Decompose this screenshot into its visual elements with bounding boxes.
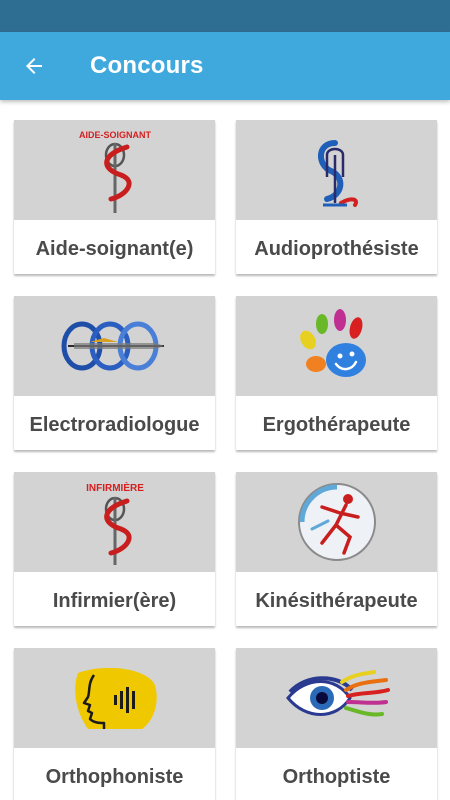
caduceus-aide-soignant-icon: AIDE-SOIGNANT [79,130,152,213]
card-thumbnail [236,648,437,748]
colorful-eye-icon [285,670,390,717]
card-label: Infirmier(ère) [52,590,177,612]
card-thumbnail [14,648,215,748]
logo-text: INFIRMIÈRE [86,481,144,494]
card-ergotherapeute[interactable]: Ergothérapeute [236,296,437,450]
card-label: Aide-soignant(e) [35,238,194,260]
card-label: Ergothérapeute [262,414,411,436]
concours-grid: AIDE-SOIGNANT Aide-soignant(e) Audioprot… [0,100,450,800]
physio-figure-icon [297,483,376,561]
status-bar [0,0,450,32]
caduceus-nurse-icon: INFIRMIÈRE [86,481,144,565]
speaking-face-icon [74,667,157,729]
card-audioprothesiste[interactable]: Audioprothésiste [236,120,437,274]
card-thumbnail [236,120,437,220]
card-infirmier[interactable]: INFIRMIÈRE Infirmier(ère) [14,472,215,626]
electroradiology-rings-icon [61,321,164,371]
logo-text: AIDE-SOIGNANT [79,130,152,140]
back-button[interactable] [14,48,54,84]
card-label: Orthoptiste [282,766,391,788]
card-aide-soignant[interactable]: AIDE-SOIGNANT Aide-soignant(e) [14,120,215,274]
card-kinesitherapeute[interactable]: Kinésithérapeute [236,472,437,626]
card-label: Orthophoniste [45,766,184,788]
arrow-back-icon [26,58,42,74]
audio-caduceus-icon [317,140,358,207]
card-label: Kinésithérapeute [255,590,418,612]
card-thumbnail: AIDE-SOIGNANT [14,120,215,220]
card-electroradiologue[interactable]: Electroradiologue [14,296,215,450]
app-bar: Concours [0,32,450,100]
card-orthoptiste[interactable]: Orthoptiste [236,648,437,800]
card-thumbnail [14,296,215,396]
card-label: Electroradiologue [29,414,200,436]
page-title: Concours [90,52,204,79]
card-thumbnail [236,472,437,572]
card-label: Audioprothésiste [254,238,419,260]
hand-paint-icon [299,309,366,377]
card-thumbnail [236,296,437,396]
card-thumbnail: INFIRMIÈRE [14,472,215,572]
card-orthophoniste[interactable]: Orthophoniste [14,648,215,800]
